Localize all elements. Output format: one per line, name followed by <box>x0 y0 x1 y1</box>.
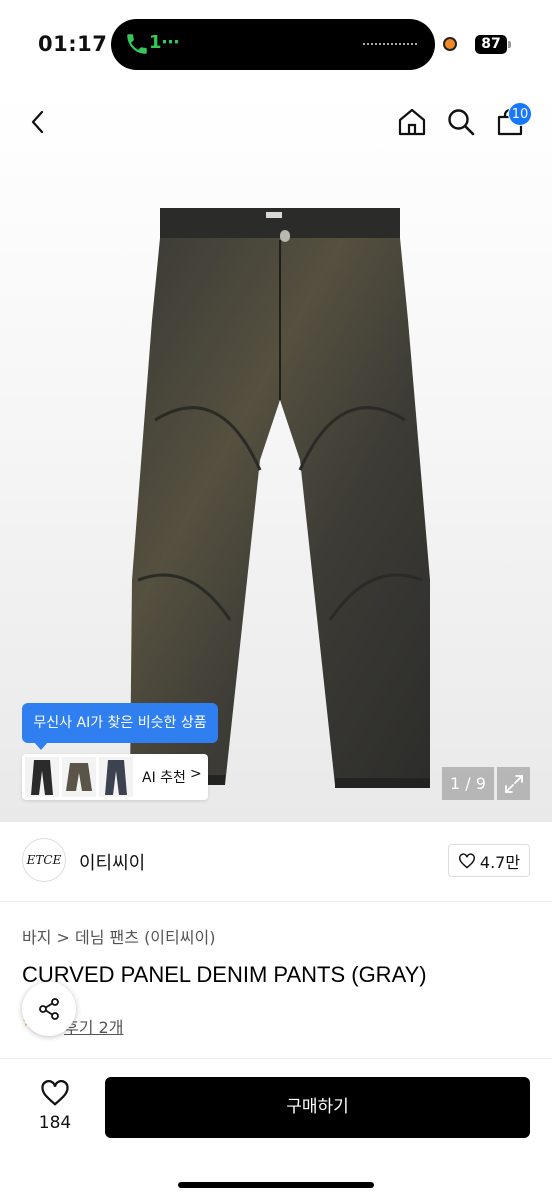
mic-indicator <box>443 37 457 51</box>
bottom-action-bar: 184 구매하기 <box>0 1058 552 1200</box>
brand-like-count: 4.7만 <box>479 852 521 872</box>
share-button[interactable] <box>22 982 76 1036</box>
search-button[interactable] <box>443 104 479 140</box>
brand-like-button[interactable]: 4.7만 <box>448 844 530 877</box>
similar-product-thumbnail[interactable] <box>25 757 59 797</box>
buy-button[interactable]: 구매하기 <box>105 1077 530 1138</box>
home-button[interactable] <box>394 104 430 140</box>
product-image-gallery[interactable]: 10 무신사 AI가 찾은 비슷한 상품 AI 추천 > 1 / 9 <box>0 90 552 822</box>
search-icon <box>448 109 475 136</box>
chevron-right-icon: > <box>190 766 202 782</box>
similar-product-thumbnail[interactable] <box>62 757 96 797</box>
back-button[interactable] <box>20 104 56 140</box>
phone-icon <box>127 34 147 54</box>
battery-indicator: 87 <box>475 35 507 54</box>
brand-logo[interactable]: ETCE <box>22 838 66 882</box>
breadcrumb[interactable]: 바지 > 데님 팬츠 (이티씨이) <box>22 924 215 948</box>
expand-icon <box>504 774 523 793</box>
waveform-indicator <box>363 43 417 45</box>
ai-recommend-tooltip[interactable]: 무신사 AI가 찾은 비슷한 상품 <box>22 703 218 750</box>
dynamic-island[interactable]: 1⋯ <box>111 19 435 70</box>
product-title: CURVED PANEL DENIM PANTS (GRAY) <box>22 962 427 987</box>
brand-name[interactable]: 이티씨이 <box>79 849 145 875</box>
product-photo[interactable] <box>130 200 430 790</box>
wishlist-count: 184 <box>38 1113 72 1133</box>
ai-recommend-label: AI 추천 <box>142 770 186 786</box>
call-duration: 1⋯ <box>149 32 180 53</box>
status-time: 01:17 <box>38 32 108 56</box>
home-icon <box>398 108 426 136</box>
expand-image-button[interactable] <box>497 767 530 800</box>
battery-tip <box>508 41 511 48</box>
back-icon <box>31 110 44 134</box>
wishlist-button[interactable]: 184 <box>30 1079 80 1137</box>
cart-count-badge: 10 <box>508 102 532 126</box>
image-counter: 1 / 9 <box>442 767 494 800</box>
share-icon <box>39 998 59 1020</box>
heart-icon <box>41 1080 69 1106</box>
similar-product-thumbnail[interactable] <box>99 757 133 797</box>
brand-row: ETCE 이티씨이 4.7만 <box>0 822 552 902</box>
home-indicator[interactable] <box>178 1182 374 1188</box>
ai-recommend-strip[interactable]: AI 추천 > <box>22 754 208 800</box>
status-bar: 01:17 1⋯ 87 <box>0 0 552 90</box>
heart-icon <box>458 852 475 869</box>
